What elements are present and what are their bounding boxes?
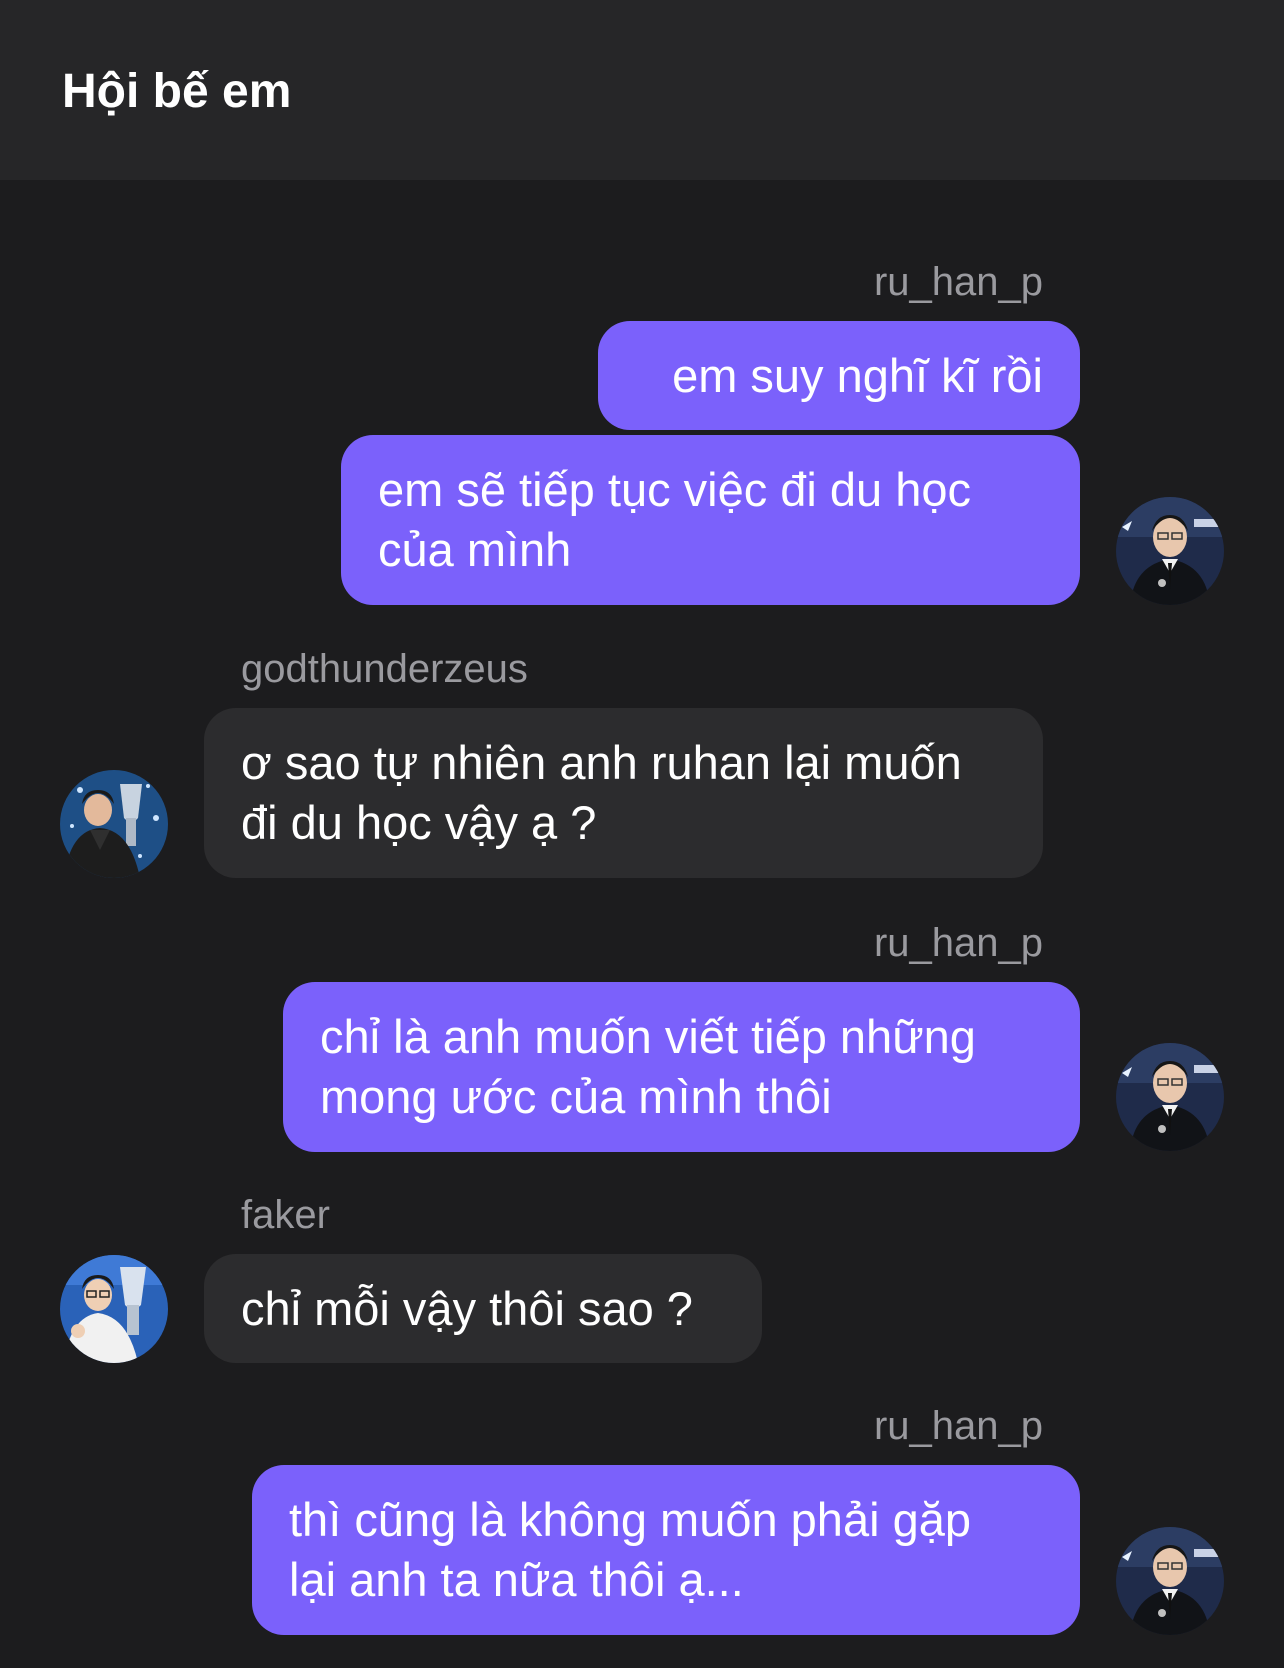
message-bubble-incoming[interactable]: ơ sao tự nhiên anh ruhan lại muốn đi du … [204, 708, 1043, 878]
message-text: lại anh ta nữa thôi ạ... [289, 1553, 744, 1606]
sender-name: ru_han_p [873, 1404, 1043, 1448]
chat-header: Hội bế em [0, 0, 1284, 180]
suit-avatar-icon [1116, 1043, 1224, 1151]
sender-name: faker [241, 1193, 330, 1237]
user-avatar-faker[interactable] [60, 1255, 168, 1363]
message-text: em sẽ tiếp tục việc đi du học [378, 463, 972, 516]
message-text: của mình [378, 523, 572, 576]
message-bubble-incoming[interactable]: chỉ mỗi vậy thôi sao ? [204, 1254, 762, 1363]
message-bubble-outgoing[interactable]: em suy nghĩ kĩ rồi [598, 321, 1080, 430]
user-avatar-godthunderzeus[interactable] [60, 770, 168, 878]
message-text: đi du học vậy ạ ? [241, 796, 597, 849]
sender-name: godthunderzeus [241, 647, 528, 691]
message-text: em suy nghĩ kĩ rồi [672, 348, 1043, 402]
message-text: chỉ mỗi vậy thôi sao ? [241, 1281, 693, 1335]
sender-name: ru_han_p [873, 921, 1043, 965]
message-text: chỉ là anh muốn viết tiếp những [320, 1010, 976, 1063]
user-avatar-ru-han-p[interactable] [1116, 1043, 1224, 1151]
user-avatar-ru-han-p[interactable] [1116, 1527, 1224, 1635]
trophy-avatar-icon [60, 770, 168, 878]
message-bubble-outgoing[interactable]: chỉ là anh muốn viết tiếp những mong ước… [283, 982, 1080, 1152]
user-avatar-ru-han-p[interactable] [1116, 497, 1224, 605]
sender-name: ru_han_p [873, 260, 1043, 304]
message-bubble-outgoing[interactable]: thì cũng là không muốn phải gặp lại anh … [252, 1465, 1080, 1635]
trophy-avatar-icon [60, 1255, 168, 1363]
chat-title[interactable]: Hội bế em [62, 62, 291, 122]
suit-avatar-icon [1116, 497, 1224, 605]
message-text: thì cũng là không muốn phải gặp [289, 1493, 972, 1546]
suit-avatar-icon [1116, 1527, 1224, 1635]
message-bubble-outgoing[interactable]: em sẽ tiếp tục việc đi du học của mình [341, 435, 1080, 605]
message-text: mong ước của mình thôi [320, 1070, 832, 1123]
message-text: ơ sao tự nhiên anh ruhan lại muốn [241, 736, 962, 789]
